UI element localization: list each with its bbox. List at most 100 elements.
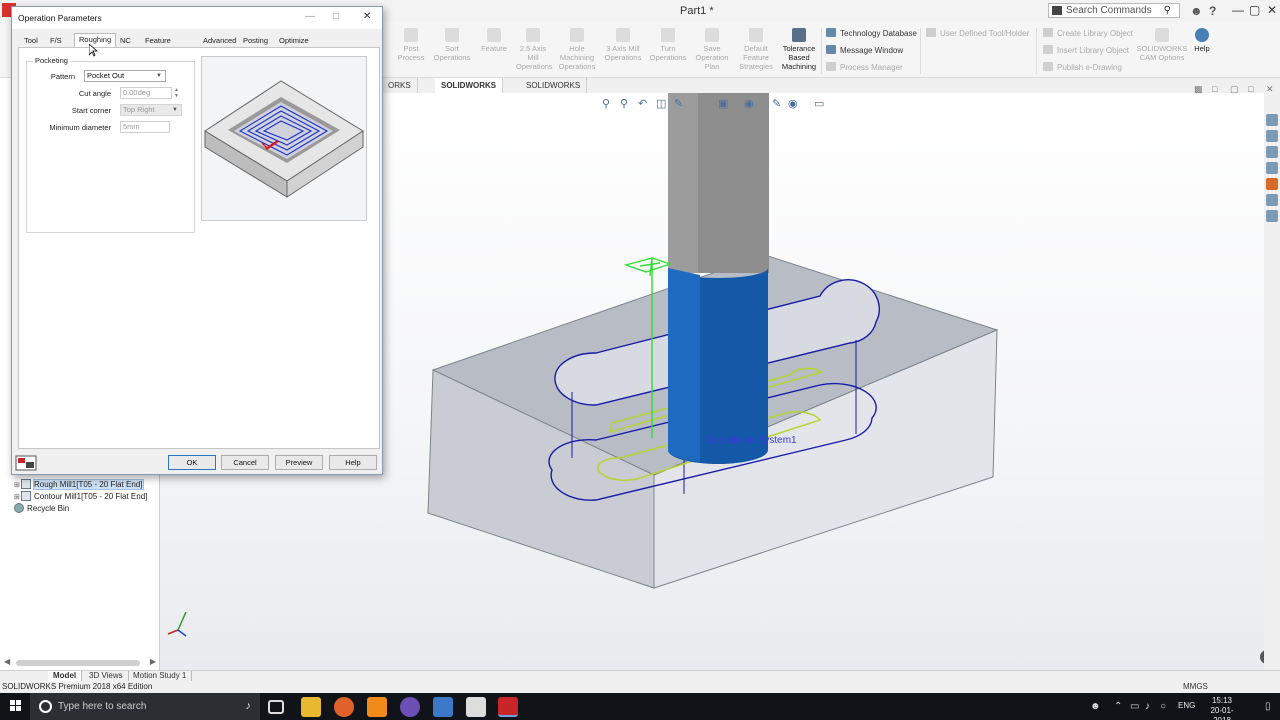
previous-view-icon[interactable]: ↶ xyxy=(638,97,647,110)
tab-feature-options[interactable]: Feature Options xyxy=(141,35,175,56)
tab-optimize[interactable]: Optimize xyxy=(275,35,313,47)
tab-solidworks-cam[interactable]: SOLIDWORKS CAM xyxy=(435,78,504,105)
vlc-icon[interactable] xyxy=(367,697,387,717)
file-explorer-icon[interactable] xyxy=(301,697,321,717)
tile-icon[interactable]: ▩ xyxy=(1194,84,1203,95)
view-settings-icon[interactable]: ▭ xyxy=(814,97,824,110)
pattern-select[interactable]: Pocket Out ▼ xyxy=(84,70,166,82)
horizontal-scrollbar[interactable]: ◀ ▶ xyxy=(4,657,156,668)
help-button[interactable]: Help xyxy=(329,455,377,470)
microphone-icon[interactable]: ♪ xyxy=(246,700,252,712)
minimize-icon[interactable]: □ xyxy=(1212,84,1217,94)
volume-icon[interactable]: ♪ xyxy=(1145,701,1150,712)
sort-operations-button[interactable]: Sort Operations xyxy=(432,28,472,62)
firefox-icon[interactable] xyxy=(334,697,354,717)
mill-3-axis-button[interactable]: 3 Axis Mill Operations xyxy=(602,28,644,62)
minimize-icon[interactable]: — xyxy=(1232,3,1244,17)
search-mode-icon[interactable] xyxy=(1052,6,1062,15)
zoom-area-icon[interactable]: ⚲ xyxy=(620,97,628,110)
cut-angle-input[interactable]: 0.00deg xyxy=(120,87,172,99)
hide-show-icon[interactable]: ✎ xyxy=(772,97,781,110)
search-icon[interactable]: ⚲ xyxy=(1164,5,1171,16)
tree-item-rough-mill[interactable]: ⊞ Rough Mill1[T05 - 20 Flat End] xyxy=(14,479,144,490)
taskbar-search-box[interactable]: Type here to search ♪ xyxy=(30,693,260,720)
start-corner-select[interactable]: Top Right ▼ xyxy=(120,104,182,116)
language-indicator[interactable]: ENG xyxy=(1178,701,1195,710)
custom-properties-icon[interactable] xyxy=(1266,194,1278,206)
appearances-icon[interactable] xyxy=(1266,178,1278,190)
process-manager-button[interactable]: Process Manager xyxy=(826,62,903,72)
publish-edrawing-button[interactable]: Publish e-Drawing xyxy=(1043,62,1122,72)
dialog-close-icon[interactable]: ✕ xyxy=(363,11,371,22)
help-button[interactable]: Help xyxy=(1190,28,1214,53)
restore-icon[interactable]: ▢ xyxy=(1249,3,1260,17)
start-button[interactable] xyxy=(10,700,22,712)
technology-database-button[interactable]: Technology Database xyxy=(826,28,917,38)
feature-button[interactable]: Feature xyxy=(478,28,510,53)
expand-icon[interactable]: ⊞ xyxy=(14,493,21,501)
turn-operations-button[interactable]: Turn Operations xyxy=(648,28,688,62)
tab-solidworks-inspection[interactable]: SOLIDWORKS Inspection xyxy=(520,78,588,105)
dialog-minimize-icon[interactable]: — xyxy=(305,11,315,22)
scroll-right-icon[interactable]: ▶ xyxy=(150,657,156,666)
clock[interactable]: 15:13 20-01-2018 xyxy=(1206,696,1238,720)
file-explorer-icon[interactable] xyxy=(1266,162,1278,174)
store-icon[interactable] xyxy=(433,697,453,717)
cam-options-button[interactable]: SOLIDWORKS CAM Options xyxy=(1136,28,1188,62)
home-icon[interactable] xyxy=(1266,114,1278,126)
maximize-icon[interactable]: □ xyxy=(1248,84,1253,94)
tray-expand-icon[interactable]: ⌃ xyxy=(1114,701,1122,712)
user-icon[interactable]: ☻ xyxy=(1190,4,1203,18)
display-style-icon[interactable]: ◉ xyxy=(744,97,754,110)
eclipse-icon[interactable] xyxy=(400,697,420,717)
media-icon[interactable] xyxy=(466,697,486,717)
scroll-thumb[interactable] xyxy=(16,660,140,666)
section-view-icon[interactable]: ◫ xyxy=(656,97,666,110)
post-process-button[interactable]: Post Process xyxy=(397,28,425,62)
tree-item-recycle-bin[interactable]: Recycle Bin xyxy=(14,503,69,513)
notifications-icon[interactable]: ▯ xyxy=(1265,701,1271,712)
mill-25-axis-button[interactable]: 2.5 Axis Mill Operations xyxy=(516,28,553,71)
tab-fs[interactable]: F/S xyxy=(46,35,66,47)
view-orientation-icon[interactable]: ▣ xyxy=(718,97,728,110)
user-defined-tool-button[interactable]: User Defined Tool/Holder xyxy=(926,28,1029,38)
search-commands-input[interactable]: Search Commands ⚲ xyxy=(1048,3,1180,18)
cancel-button[interactable]: Cancel xyxy=(221,455,269,470)
create-library-button[interactable]: Create Library Object xyxy=(1043,28,1133,38)
help-icon[interactable]: ? xyxy=(1209,4,1216,18)
solidworks-taskbar-icon[interactable] xyxy=(498,697,518,717)
tab-nc[interactable]: NC xyxy=(116,35,135,47)
dynamic-annotation-icon[interactable]: ✎ xyxy=(674,97,683,110)
spin-down-icon[interactable]: ▼ xyxy=(174,93,182,99)
zoom-to-fit-icon[interactable]: ⚲ xyxy=(602,97,610,110)
tab-posting[interactable]: Posting xyxy=(239,35,272,47)
dialog-maximize-icon[interactable]: □ xyxy=(333,11,339,22)
tab-tool[interactable]: Tool xyxy=(20,35,42,47)
appearance-icon[interactable]: ◉ xyxy=(788,97,798,110)
preview-button[interactable]: Preview xyxy=(275,455,323,470)
restore-icon[interactable]: ▢ xyxy=(1230,84,1239,95)
default-feature-strategies-button[interactable]: Default Feature Strategies xyxy=(736,28,776,71)
minimum-diameter-input[interactable]: 5mm xyxy=(120,121,170,133)
resources-icon[interactable] xyxy=(1266,130,1278,142)
save-operation-plan-button[interactable]: Save Operation Plan xyxy=(692,28,732,71)
tab-advanced[interactable]: Advanced xyxy=(199,35,240,47)
tree-item-contour-mill[interactable]: ⊞ Contour Mill1[T05 - 20 Flat End] xyxy=(14,491,147,501)
message-window-button[interactable]: Message Window xyxy=(826,45,903,55)
status-units[interactable]: MMGS xyxy=(1183,682,1208,691)
scroll-left-icon[interactable]: ◀ xyxy=(4,657,10,666)
task-view-icon[interactable] xyxy=(268,700,284,714)
tab-mbd[interactable]: ORKS MBD xyxy=(382,78,418,105)
dialog-titlebar[interactable]: Operation Parameters — □ ✕ xyxy=(12,7,382,29)
close-icon[interactable]: ✕ xyxy=(1266,84,1274,95)
ok-button[interactable]: OK xyxy=(168,455,216,470)
forum-icon[interactable] xyxy=(1266,210,1278,222)
battery-icon[interactable]: ▭ xyxy=(1130,701,1139,712)
tolerance-based-machining-button[interactable]: Tolerance Based Machining xyxy=(779,28,819,71)
cut-angle-stepper[interactable]: ▲ ▼ xyxy=(174,87,182,99)
insert-library-button[interactable]: Insert Library Object xyxy=(1043,45,1129,55)
design-library-icon[interactable] xyxy=(1266,146,1278,158)
people-icon[interactable]: ☻ xyxy=(1090,701,1101,712)
expand-icon[interactable]: ⊞ xyxy=(14,481,21,489)
network-icon[interactable]: ○ xyxy=(1160,701,1166,712)
